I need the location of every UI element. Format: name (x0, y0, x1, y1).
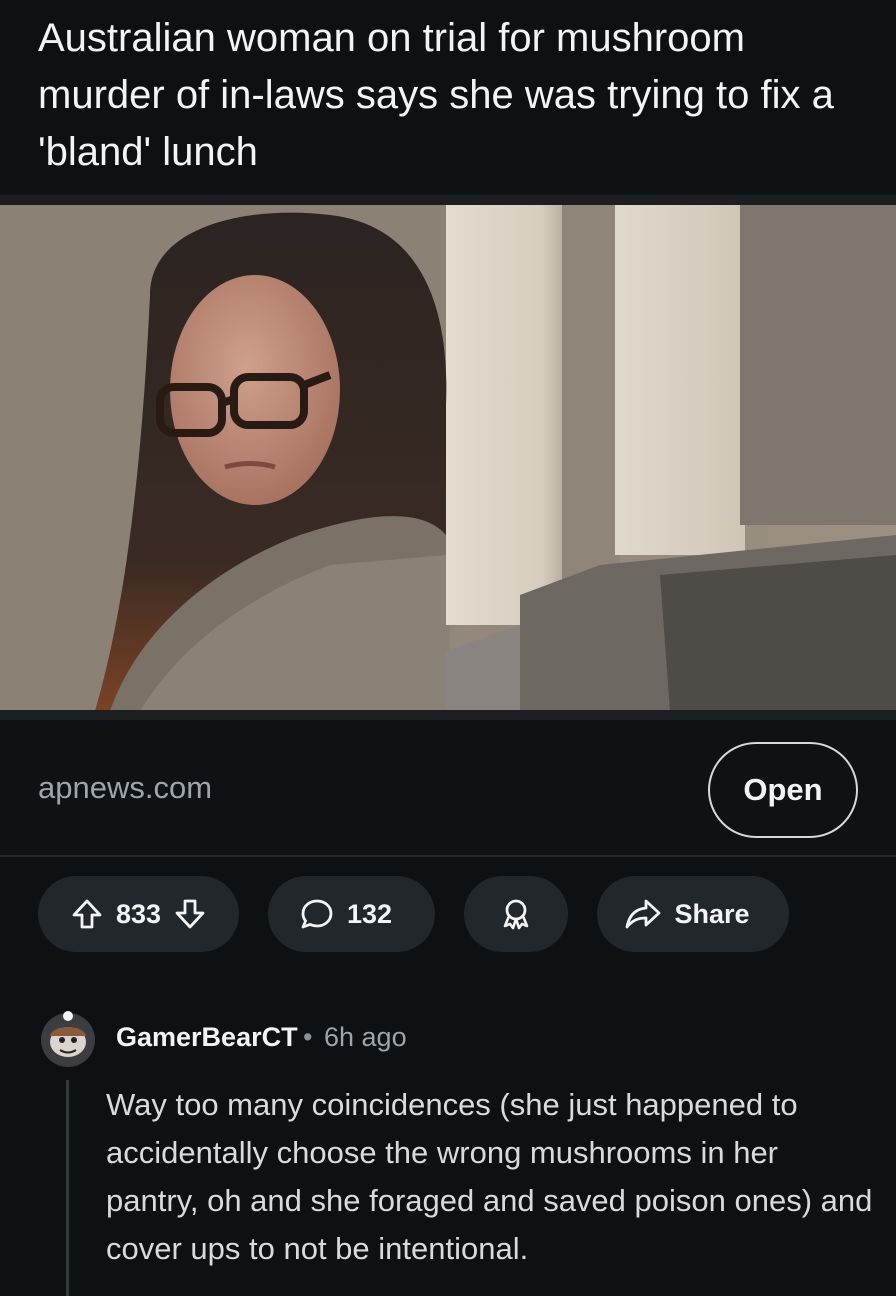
divider (0, 710, 896, 720)
divider (0, 855, 896, 857)
comments-button[interactable]: 132 (268, 876, 435, 952)
avatar[interactable] (38, 1008, 98, 1068)
vote-count: 833 (115, 898, 162, 929)
thread-line[interactable] (66, 1080, 69, 1296)
comment-body[interactable]: Way too many coincidences (she just happ… (106, 1081, 876, 1273)
divider (0, 195, 896, 205)
downvote-arrow-icon[interactable] (173, 897, 207, 931)
meta-separator: • (303, 1022, 313, 1052)
share-arrow-icon (624, 897, 662, 931)
award-ribbon-icon (498, 896, 534, 932)
comment-count: 132 (346, 898, 393, 929)
upvote-arrow-icon[interactable] (70, 897, 104, 931)
post-thumbnail-image[interactable] (0, 205, 896, 711)
award-button[interactable] (464, 876, 568, 952)
comment-timestamp: 6h ago (324, 1022, 407, 1052)
comment-author[interactable]: GamerBearCT (116, 1022, 298, 1053)
vote-bar: 833 (38, 876, 239, 952)
post-title[interactable]: Australian woman on trial for mushroom m… (38, 10, 858, 181)
open-link-button[interactable]: Open (708, 742, 858, 838)
comment-bubble-icon (299, 896, 335, 932)
share-label: Share (674, 898, 750, 929)
link-domain[interactable]: apnews.com (38, 770, 212, 806)
post-header: Australian woman on trial for mushroom m… (0, 0, 896, 196)
share-button[interactable]: Share (597, 876, 789, 952)
